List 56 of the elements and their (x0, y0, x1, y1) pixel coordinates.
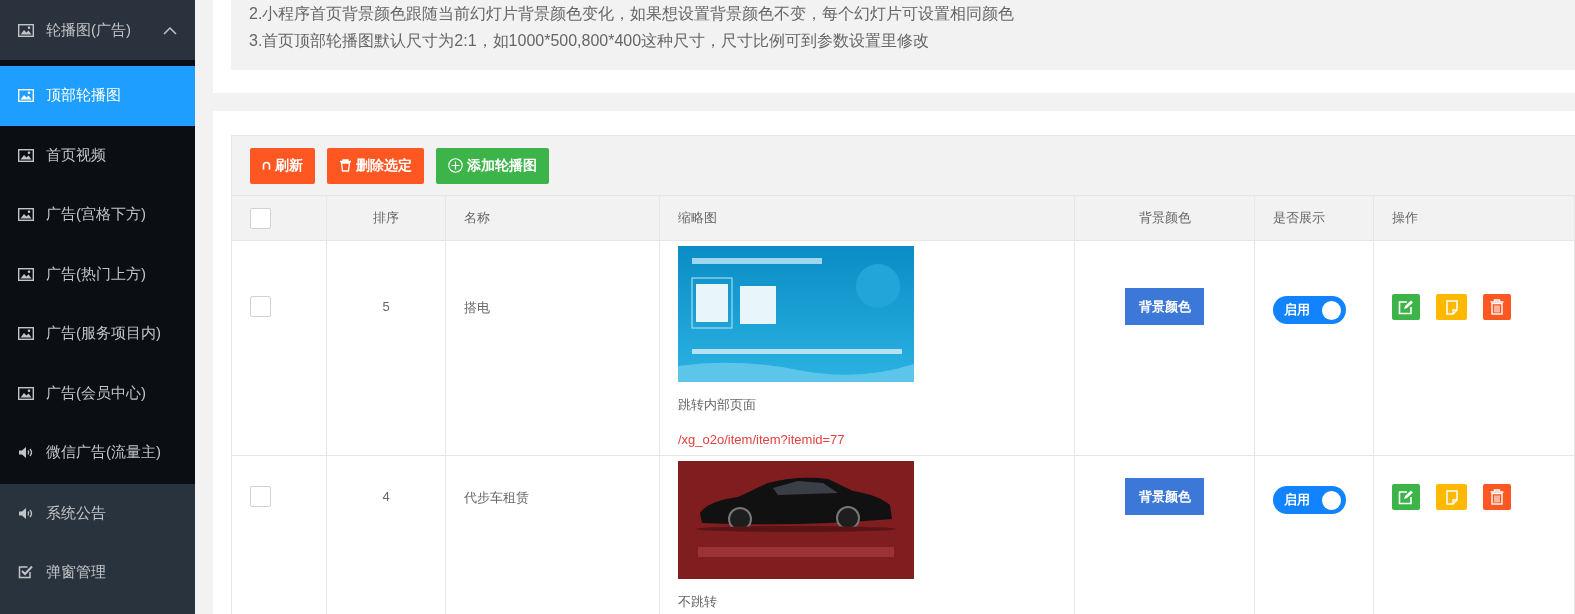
checkbox-icon (18, 565, 34, 579)
note-icon (1445, 299, 1458, 315)
delete-button[interactable] (1483, 294, 1511, 320)
image-icon (18, 386, 34, 400)
toggle-switch[interactable]: 启用 (1273, 486, 1346, 514)
speaker-icon (18, 506, 34, 520)
sidebar-item[interactable]: 广告(服务项目内) (0, 304, 195, 364)
table-cell: 代步车租赁 (464, 489, 529, 507)
edit-icon (1398, 489, 1414, 505)
background-color-button[interactable]: 背景颜色 (1125, 288, 1204, 325)
image-icon (18, 23, 34, 37)
column-header: 排序 (373, 209, 399, 227)
note-icon (1445, 489, 1458, 505)
sidebar-item[interactable]: 首页视频 (0, 125, 195, 185)
toggle-switch[interactable]: 启用 (1273, 296, 1346, 324)
edit-button[interactable] (1392, 484, 1420, 510)
sidebar-item[interactable]: 系统公告 (0, 483, 195, 543)
notice-text: 2.小程序首页背景颜色跟随当前幻灯片背景颜色变化，如果想设置背景颜色不变，每个幻灯片可设置相同颜色 (249, 4, 1016, 24)
column-header: 名称 (464, 209, 490, 227)
speaker-icon (18, 446, 34, 460)
edit-icon (1398, 299, 1414, 315)
row-checkbox[interactable] (250, 486, 271, 507)
image-icon (18, 148, 34, 162)
trash-icon (339, 159, 352, 172)
chevron-icon (163, 25, 177, 35)
image-icon (18, 267, 34, 281)
column-header: 操作 (1392, 209, 1418, 227)
row-checkbox[interactable] (250, 296, 271, 317)
column-header: 缩略图 (678, 209, 717, 227)
trash-icon (1490, 299, 1504, 315)
sidebar-item[interactable]: 广告(会员中心) (0, 363, 195, 423)
column-header: 是否展示 (1273, 209, 1325, 227)
trash-icon (1490, 489, 1504, 505)
background-color-button[interactable]: 背景颜色 (1125, 478, 1204, 515)
sidebar-item[interactable]: 广告(热门上方) (0, 244, 195, 304)
image-icon (18, 327, 34, 341)
select-all-checkbox[interactable] (250, 207, 271, 229)
link-path-text: /xg_o2o/item/item?itemid=77 (678, 432, 845, 447)
sidebar-item[interactable]: 微信广告(流量主) (0, 423, 195, 483)
image-icon (18, 208, 34, 222)
note-button[interactable] (1436, 294, 1467, 320)
sidebar-item[interactable]: 广告(宫格下方) (0, 185, 195, 245)
table-cell: 4 (382, 489, 390, 504)
sidebar-item[interactable]: 弹窗管理 (0, 542, 195, 602)
refresh-icon (262, 161, 271, 170)
jump-type-text: 不跳转 (678, 593, 717, 611)
edit-button[interactable] (1392, 294, 1420, 320)
plus-circle-icon (448, 158, 463, 173)
jump-type-text: 跳转内部页面 (678, 396, 756, 414)
image-icon (18, 89, 34, 103)
delete-button[interactable] (1483, 484, 1511, 510)
table-cell: 5 (382, 299, 390, 314)
notice-text: 3.首页顶部轮播图默认尺寸为2:1，如1000*500,800*400这种尺寸，尺寸比例可到参数设置里修改 (249, 31, 931, 51)
table-cell: 搭电 (464, 299, 490, 317)
note-button[interactable] (1436, 484, 1467, 510)
column-header: 背景颜色 (1138, 209, 1191, 227)
